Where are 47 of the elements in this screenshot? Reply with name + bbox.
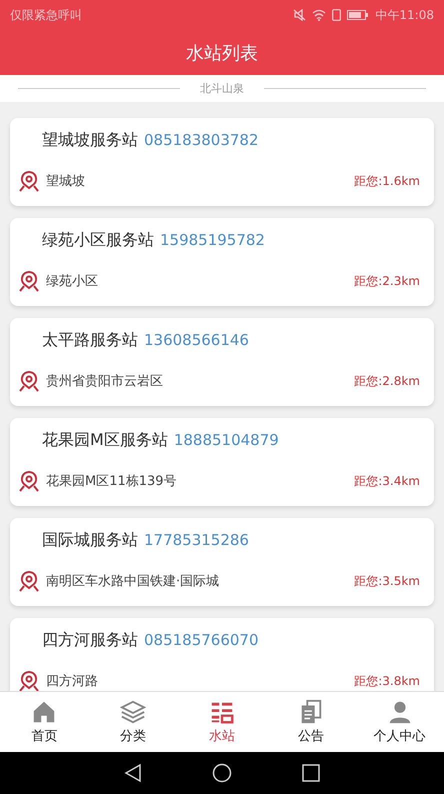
station-address: 贵州省贵阳市云岩区 [46, 373, 164, 390]
station-name: 太平路服务站 [42, 330, 138, 351]
station-card[interactable]: 四方河服务站 085185766070 四方河路 距您:3.8km [10, 618, 434, 691]
location-pin-icon [18, 570, 40, 592]
station-address: 花果园M区11栋139号 [46, 473, 178, 490]
section-label: 北斗山泉 [200, 81, 244, 96]
recents-icon[interactable] [302, 764, 320, 782]
station-name: 绿苑小区服务站 [42, 230, 154, 251]
distance: 距您:3.8km [354, 672, 420, 690]
distance: 距您:1.6km [354, 172, 420, 190]
station-address: 四方河路 [46, 673, 99, 690]
location-pin-icon [18, 370, 40, 392]
layers-icon [120, 699, 146, 725]
battery-icon [347, 10, 370, 20]
station-name: 四方河服务站 [42, 630, 138, 651]
distance: 距您:3.5km [354, 572, 420, 590]
station-address: 望城坡 [46, 173, 86, 190]
back-icon[interactable] [124, 763, 142, 783]
station-name: 望城坡服务站 [42, 130, 138, 151]
page-title: 水站列表 [186, 42, 258, 64]
home-icon[interactable] [212, 763, 232, 783]
nav-tab[interactable]: 公告 [266, 692, 356, 752]
station-name: 花果园M区服务站 [42, 430, 168, 451]
station-card[interactable]: 望城坡服务站 085183803782 望城坡 距您:1.6km [10, 118, 434, 206]
station-card[interactable]: 花果园M区服务站 18885104879 花果园M区11栋139号 距您:3.4km [10, 418, 434, 506]
status-text: 仅限紧急呼叫 [10, 6, 82, 24]
station-card[interactable]: 国际城服务站 17785315286 南明区车水路中国铁建·国际城 距您:3.5km [10, 518, 434, 606]
distance: 距您:3.4km [354, 472, 420, 490]
station-address: 绿苑小区 [46, 273, 99, 290]
station-address: 南明区车水路中国铁建·国际城 [46, 573, 220, 590]
nav-tab[interactable]: 分类 [88, 692, 178, 752]
mute-icon [293, 9, 306, 21]
nav-tab[interactable]: 水站 [178, 692, 266, 752]
station-name: 国际城服务站 [42, 530, 138, 551]
nav-tab[interactable]: 首页 [0, 692, 89, 752]
clock: 中午11:08 [375, 6, 434, 24]
nav-tab[interactable]: 个人中心 [355, 692, 444, 752]
location-pin-icon [18, 170, 40, 192]
location-pin-icon [18, 270, 40, 292]
station-card[interactable]: 太平路服务站 13608566146 贵州省贵阳市云岩区 距您:2.8km [10, 318, 434, 406]
distance: 距您:2.8km [354, 372, 420, 390]
wifi-icon [312, 9, 326, 21]
location-pin-icon [18, 670, 40, 691]
station-card[interactable]: 绿苑小区服务站 15985195782 绿苑小区 距您:2.3km [10, 218, 434, 306]
location-pin-icon [18, 470, 40, 492]
distance: 距您:2.3km [354, 272, 420, 290]
sim-icon [332, 9, 342, 21]
